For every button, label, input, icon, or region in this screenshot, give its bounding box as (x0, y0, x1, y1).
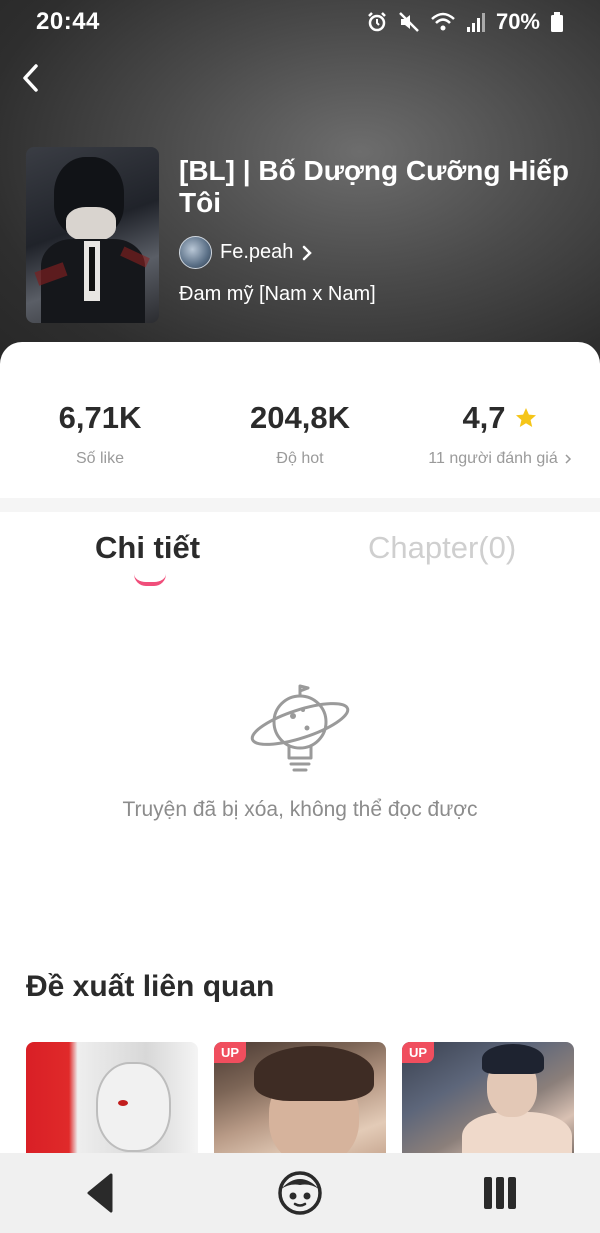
recent-apps-button[interactable] (460, 1153, 540, 1233)
chevron-left-icon (23, 64, 38, 92)
rating-label: 11 người đánh giá (428, 450, 558, 467)
stat-likes: 6,71K Số like (0, 400, 200, 468)
up-badge: UP (402, 1042, 435, 1063)
story-header: 20:44 70% [BL] | Bố Dượng Cưỡng Hiếp Tôi… (0, 0, 600, 380)
star-icon (515, 408, 536, 427)
signal-icon (466, 13, 485, 32)
content-panel: 6,71K Số like 204,8K Độ hot 4,7 11 người… (0, 342, 600, 1233)
section-divider (0, 498, 600, 512)
related-item[interactable] (26, 1042, 198, 1157)
active-tab-indicator (134, 574, 166, 586)
stats-row: 6,71K Số like 204,8K Độ hot 4,7 11 người… (0, 342, 600, 498)
empty-message: Truyện đã bị xóa, không thể đọc được (122, 798, 478, 821)
stat-rating[interactable]: 4,7 11 người đánh giá (400, 400, 600, 468)
stat-hot: 204,8K Độ hot (200, 400, 400, 468)
empty-state: Truyện đã bị xóa, không thể đọc được (0, 682, 600, 822)
recent-apps-icon (484, 1177, 516, 1209)
status-bar: 20:44 70% (0, 0, 600, 44)
up-badge: UP (214, 1042, 247, 1063)
author-link[interactable]: Fe.peah (179, 236, 313, 269)
battery-icon (551, 12, 563, 32)
story-title: [BL] | Bố Dượng Cưỡng Hiếp Tôi (179, 155, 569, 218)
story-cover (26, 147, 159, 323)
chevron-right-icon (303, 245, 313, 260)
avatar (179, 236, 212, 269)
tab-details[interactable]: Chi tiết (95, 530, 200, 566)
chevron-right-icon (565, 454, 571, 464)
triangle-back-icon (87, 1173, 113, 1213)
hot-label: Độ hot (276, 450, 324, 467)
tab-chapters[interactable]: Chapter(0) (368, 530, 516, 566)
system-nav-bar (0, 1153, 600, 1233)
mute-icon (399, 12, 419, 32)
author-name: Fe.peah (220, 241, 294, 263)
hot-value: 204,8K (250, 400, 350, 435)
related-title: Đề xuất liên quan (26, 970, 275, 1003)
related-item[interactable]: UP (402, 1042, 574, 1157)
likes-value: 6,71K (58, 400, 142, 435)
story-genre: Đam mỹ [Nam x Nam] (179, 283, 376, 305)
battery-percent: 70% (495, 9, 540, 34)
planet-bulb-icon (250, 684, 350, 772)
character-face-icon (278, 1171, 322, 1215)
rating-value: 4,7 (462, 400, 506, 435)
back-button[interactable] (10, 58, 50, 98)
status-icons: 70% (366, 9, 564, 35)
related-item[interactable]: UP (214, 1042, 386, 1157)
alarm-icon (368, 12, 386, 32)
likes-label: Số like (75, 450, 125, 467)
back-nav-button[interactable] (60, 1153, 140, 1233)
tab-bar: Chi tiết Chapter(0) (0, 512, 600, 592)
wifi-icon (431, 12, 455, 31)
status-time: 20:44 (36, 8, 100, 35)
assistant-button[interactable] (260, 1153, 340, 1233)
